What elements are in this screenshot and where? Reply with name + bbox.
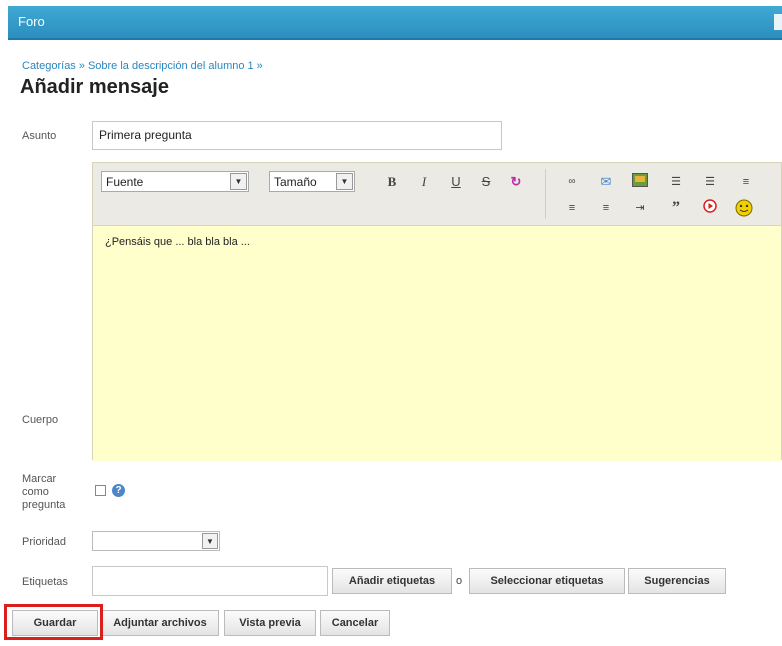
- rich-text-editor: Fuente ▼ Tamaño ▼ B I U S ↻ ∞ ✉ ☰ ☰ ≡ ≡ …: [92, 162, 782, 461]
- mark-question-checkbox[interactable]: [95, 485, 106, 496]
- chevron-down-icon: ▼: [202, 533, 218, 549]
- window-title: Foro: [18, 14, 45, 29]
- tags-label: Etiquetas: [22, 576, 68, 588]
- image-icon[interactable]: [631, 173, 649, 191]
- mark-label-line: Marcar: [22, 473, 57, 485]
- chevron-down-icon: ▼: [230, 173, 247, 190]
- page-title: Añadir mensaje: [20, 76, 169, 98]
- ordered-list-icon[interactable]: ☰: [667, 173, 685, 191]
- save-highlight-box: [4, 604, 103, 640]
- breadcrumb-separator: »: [78, 60, 85, 72]
- mark-label-line: pregunta: [22, 499, 66, 511]
- body-label: Cuerpo: [22, 414, 59, 426]
- youtube-icon[interactable]: [701, 199, 719, 217]
- mark-label-line: como: [22, 486, 49, 498]
- tags-input[interactable]: [92, 566, 328, 596]
- suggestions-button[interactable]: Sugerencias: [628, 568, 726, 594]
- align-right-icon[interactable]: ≡: [597, 199, 615, 217]
- toolbar-divider: [545, 169, 546, 219]
- editor-body[interactable]: ¿Pensáis que ... bla bla bla ...: [93, 225, 781, 461]
- breadcrumb-separator: »: [256, 60, 263, 72]
- unordered-list-icon[interactable]: ☰: [701, 173, 719, 191]
- indent-icon[interactable]: ⇥: [631, 199, 649, 217]
- subject-input[interactable]: Primera pregunta: [92, 121, 502, 150]
- text-color-icon[interactable]: ↻: [507, 173, 525, 191]
- mark-question-label: Marcar como pregunta: [22, 473, 65, 512]
- quote-icon[interactable]: ”: [667, 199, 685, 217]
- email-icon[interactable]: ✉: [597, 173, 615, 191]
- chevron-down-icon: ▼: [336, 173, 353, 190]
- breadcrumb-categories-link[interactable]: Categorías: [22, 60, 76, 72]
- bold-icon[interactable]: B: [383, 173, 401, 191]
- subject-label: Asunto: [22, 130, 57, 142]
- attach-files-button[interactable]: Adjuntar archivos: [101, 610, 219, 636]
- window-control-button[interactable]: [774, 14, 782, 30]
- italic-icon[interactable]: I: [415, 173, 433, 191]
- link-icon[interactable]: ∞: [563, 173, 581, 191]
- help-icon[interactable]: ?: [112, 484, 125, 497]
- editor-toolbar: Fuente ▼ Tamaño ▼ B I U S ↻ ∞ ✉ ☰ ☰ ≡ ≡ …: [93, 163, 781, 225]
- cancel-button[interactable]: Cancelar: [320, 610, 390, 636]
- add-tags-button[interactable]: Añadir etiquetas: [332, 568, 452, 594]
- size-select[interactable]: Tamaño ▼: [269, 171, 355, 192]
- font-select[interactable]: Fuente ▼: [101, 171, 249, 192]
- priority-label: Prioridad: [22, 536, 67, 548]
- breadcrumb: Categorías» Sobre la descripción del alum…: [22, 60, 266, 72]
- window-titlebar: Foro: [8, 6, 782, 40]
- breadcrumb-topic-link[interactable]: Sobre la descripción del alumno 1: [88, 60, 254, 72]
- priority-select[interactable]: ▼: [92, 531, 220, 551]
- strikethrough-icon[interactable]: S: [477, 173, 495, 191]
- select-tags-button[interactable]: Seleccionar etiquetas: [469, 568, 625, 594]
- font-select-value: Fuente: [106, 175, 144, 189]
- preview-button[interactable]: Vista previa: [224, 610, 316, 636]
- align-left-icon[interactable]: ≡: [737, 173, 755, 191]
- or-text: o: [456, 575, 463, 587]
- underline-icon[interactable]: U: [447, 173, 465, 191]
- size-select-value: Tamaño: [274, 175, 317, 189]
- smiley-icon[interactable]: [735, 199, 753, 217]
- align-center-icon[interactable]: ≡: [563, 199, 581, 217]
